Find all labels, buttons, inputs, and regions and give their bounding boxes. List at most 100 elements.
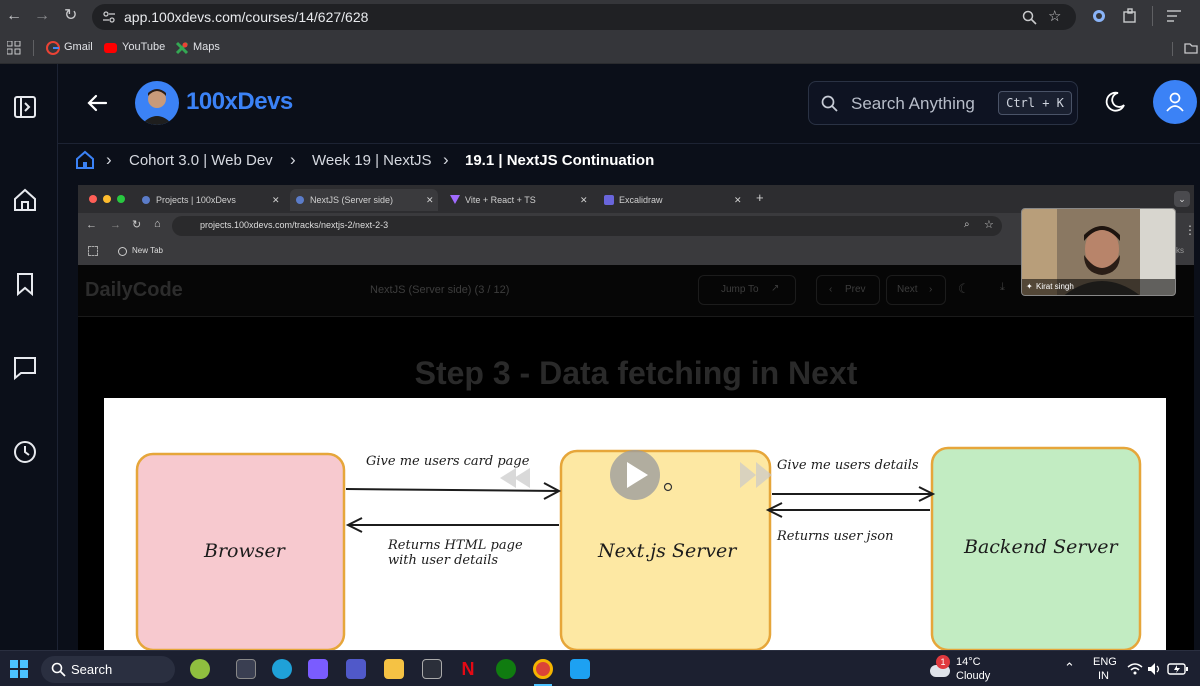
prev-chevron-icon: ‹	[829, 284, 833, 295]
maps-icon	[175, 41, 189, 55]
inner-star-icon: ☆	[984, 219, 994, 231]
all-bookmarks-folder-icon[interactable]	[1184, 41, 1198, 55]
zoom-icon[interactable]	[1022, 10, 1037, 25]
breadcrumb-separator-icon: ›	[106, 150, 112, 169]
arrow-label-response-1b: with user details	[388, 553, 499, 568]
inner-forward-icon: →	[110, 219, 121, 231]
breadcrumb-item-cohort[interactable]: Cohort 3.0 | Web Dev	[129, 152, 273, 169]
arrow-label-request-1: Give me users card page	[366, 454, 530, 469]
new-tab-plus-icon: +	[756, 190, 764, 205]
breadcrumb-item-week[interactable]: Week 19 | NextJS	[312, 152, 432, 169]
breadcrumb-item-current: 19.1 | NextJS Continuation	[465, 152, 655, 169]
inner-globe-icon	[118, 247, 127, 256]
file-explorer-icon[interactable]	[384, 659, 404, 679]
tab-close-icon: ✕	[580, 195, 588, 205]
toolbar-divider	[1152, 6, 1153, 26]
tab-title: NextJS (Server side)	[310, 195, 394, 205]
apps-grid-icon[interactable]	[7, 41, 21, 55]
sidebar	[0, 64, 58, 650]
language-line-1[interactable]: ENG	[1093, 656, 1117, 668]
battery-icon[interactable]	[1167, 662, 1189, 676]
presenter-name: Kirat singh	[1036, 282, 1074, 291]
tray-chevron-up-icon[interactable]: ⌃	[1064, 660, 1075, 676]
tab-close-icon: ✕	[272, 195, 280, 205]
wifi-icon[interactable]	[1127, 662, 1143, 676]
netflix-icon[interactable]: N	[458, 659, 478, 679]
nextjs-server-box-label: Next.js Server	[598, 540, 737, 562]
teams-icon[interactable]	[346, 659, 366, 679]
bookmarks-bar	[0, 33, 1200, 64]
presenter-webcam: ✦ Kirat singh	[1021, 208, 1176, 296]
site-info-icon[interactable]	[102, 10, 116, 24]
excalidraw-icon	[604, 195, 614, 205]
diagram-canvas	[135, 446, 1142, 650]
next-label: Next	[897, 284, 918, 295]
reload-icon[interactable]: ↻	[64, 8, 77, 24]
inner-menu-dots-icon: ⋮	[1184, 223, 1194, 237]
bookmark-maps[interactable]: Maps	[193, 41, 220, 53]
bookmark-divider	[33, 40, 34, 56]
video-player[interactable]: Projects | 100xDevs ✕ NextJS (Server sid…	[78, 185, 1194, 650]
inner-url-field: projects.100xdevs.com/tracks/nextjs-2/ne…	[172, 216, 1002, 236]
bookmark-divider-right	[1172, 42, 1173, 56]
search-box[interactable]: Search Anything Ctrl + K	[808, 81, 1078, 125]
home-icon[interactable]	[12, 187, 38, 213]
task-view-icon[interactable]	[236, 659, 256, 679]
inner-back-icon: ←	[86, 219, 97, 231]
browser-box-label: Browser	[204, 540, 285, 562]
volume-icon[interactable]	[1147, 662, 1161, 676]
chrome-icon[interactable]	[533, 659, 553, 679]
copilot-icon[interactable]	[308, 659, 328, 679]
edge-icon[interactable]	[272, 659, 292, 679]
weather-temperature: 14°C	[956, 656, 981, 668]
bookmark-youtube[interactable]: YouTube	[122, 41, 165, 53]
excalidraw-diagram: Give me users card page Returns HTML pag…	[104, 398, 1166, 650]
brand-logo-avatar[interactable]	[135, 81, 179, 125]
widgets-icon[interactable]	[190, 659, 210, 679]
profile-button[interactable]	[1153, 80, 1197, 124]
theme-toggle-moon-icon[interactable]	[1103, 90, 1127, 114]
rewind-icon	[500, 468, 530, 488]
tab-close-icon: ✕	[426, 195, 434, 205]
extensions-puzzle-icon[interactable]	[1122, 8, 1138, 24]
lesson-title: NextJS (Server side) (3 / 12)	[370, 284, 510, 296]
reading-list-icon[interactable]	[1166, 9, 1182, 23]
store-icon[interactable]	[422, 659, 442, 679]
inner-bookmark-newtab: New Tab	[132, 246, 163, 255]
back-arrow-icon[interactable]	[86, 92, 108, 114]
inner-url-text: projects.100xdevs.com/tracks/nextjs-2/ne…	[200, 220, 389, 230]
tab-title: Projects | 100xDevs	[156, 195, 236, 205]
inner-reload-icon: ↻	[132, 219, 142, 231]
video-tab-excalidraw: Excalidraw ✕	[602, 189, 750, 211]
jump-to-label: Jump To	[721, 284, 759, 295]
windows-start-icon[interactable]	[10, 660, 28, 678]
user-icon	[1166, 92, 1184, 112]
vite-icon	[450, 195, 460, 204]
weather-widget-icon[interactable]: 1	[928, 655, 954, 681]
history-icon[interactable]	[12, 439, 38, 465]
language-line-2[interactable]: IN	[1098, 670, 1109, 682]
twitter-icon[interactable]	[570, 659, 590, 679]
breadcrumb-home-icon[interactable]	[75, 150, 95, 170]
bookmark-icon[interactable]	[12, 271, 38, 297]
prev-label: Prev	[845, 284, 866, 295]
backend-server-box-label: Backend Server	[964, 536, 1118, 558]
taskbar-search[interactable]: Search	[41, 656, 175, 683]
window-close-dot	[89, 195, 97, 203]
brand-name[interactable]: 100xDevs	[186, 88, 293, 116]
comments-icon[interactable]	[12, 355, 38, 381]
sidebar-toggle-icon[interactable]	[12, 94, 38, 120]
extension-icon[interactable]	[1092, 9, 1106, 23]
window-maximize-dot	[117, 195, 125, 203]
search-placeholder: Search Anything	[851, 94, 975, 113]
tab-title: Vite + React + TS	[465, 195, 536, 205]
bookmark-star-icon[interactable]: ☆	[1048, 9, 1061, 25]
bookmark-gmail[interactable]: Gmail	[64, 41, 93, 53]
address-bar[interactable]: app.100xdevs.com/courses/14/627/628 ☆	[92, 4, 1076, 30]
back-icon[interactable]: ←	[6, 8, 22, 24]
forward-icon[interactable]: →	[34, 8, 50, 24]
request-arrow-1	[345, 488, 560, 492]
arrow-label-response-2: Returns user json	[777, 529, 894, 544]
taskbar-search-icon	[51, 662, 66, 677]
xbox-icon[interactable]	[496, 659, 516, 679]
